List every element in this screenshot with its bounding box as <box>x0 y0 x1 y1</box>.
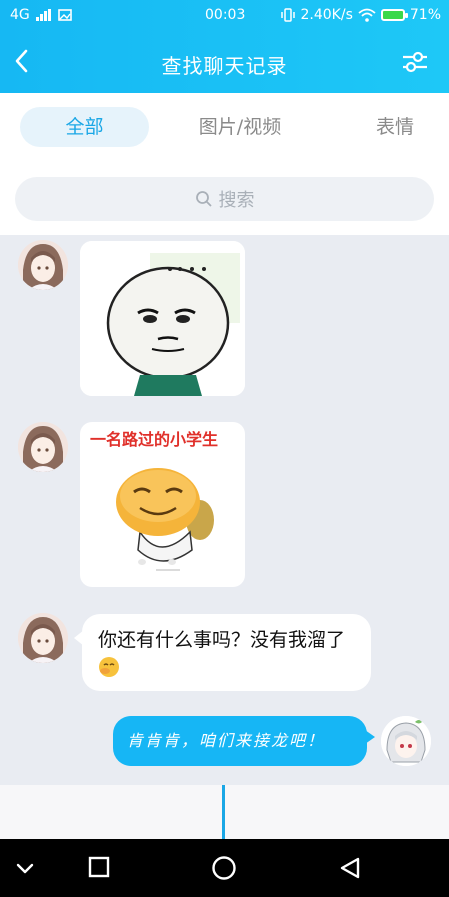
recent-apps-button[interactable] <box>88 856 110 882</box>
sticker-message[interactable] <box>80 241 245 396</box>
page-title: 查找聊天记录 <box>161 54 288 78</box>
hide-nav-button[interactable] <box>14 861 36 880</box>
avatar[interactable] <box>18 613 68 663</box>
my-avatar[interactable] <box>381 716 431 766</box>
network-speed: 2.40K/s <box>300 7 353 23</box>
sneaky-emoji-icon <box>99 657 119 677</box>
network-type: 4G <box>10 7 30 23</box>
avatar-girl-image <box>18 613 68 663</box>
sticker-message[interactable]: 一名路过的小学生 <box>80 422 245 587</box>
nav-back-button[interactable] <box>338 856 362 884</box>
filter-button[interactable] <box>401 49 429 79</box>
message-text: 你还有什么事吗？没有我溜了 <box>98 629 346 651</box>
signal-icon <box>35 9 51 21</box>
message-text: 肯肯肯，咱们来接龙吧！ <box>127 731 326 750</box>
avatar-girl-image <box>18 422 68 472</box>
search-area: 搜索 <box>0 163 449 235</box>
search-placeholder: 搜索 <box>218 190 255 211</box>
status-left: 4G <box>10 7 72 23</box>
search-icon <box>195 191 212 207</box>
avatar-girl-image <box>18 240 68 290</box>
filter-tabs: 全部 图片/视频 表情 <box>0 93 449 163</box>
chevron-down-icon <box>16 863 34 874</box>
smiling-emoji-student-sticker <box>116 468 214 571</box>
tab-stickers[interactable]: 表情 <box>350 107 440 147</box>
system-navigation-bar <box>0 839 449 897</box>
square-recent-icon <box>88 856 110 878</box>
vibrate-icon <box>280 8 295 22</box>
panda-face-sticker <box>80 241 245 396</box>
battery-percent: 71% <box>409 7 441 23</box>
title-bar: 查找聊天记录 <box>0 32 449 93</box>
timeline-scrubber[interactable] <box>0 785 449 839</box>
filter-sliders-icon <box>403 51 427 73</box>
avatar[interactable] <box>18 240 68 290</box>
home-button[interactable] <box>211 855 237 885</box>
status-right: 2.40K/s 71% <box>280 7 441 23</box>
chat-history[interactable]: 一名路过的小学生 你还有什么事吗？没有我溜了 肯肯肯，咱们来接龙吧！ <box>0 235 449 785</box>
status-time: 00:03 <box>205 7 246 23</box>
avatar[interactable] <box>18 422 68 472</box>
search-input[interactable]: 搜索 <box>15 177 434 221</box>
tab-all[interactable]: 全部 <box>20 107 149 147</box>
text-message-bubble[interactable]: 你还有什么事吗？没有我溜了 <box>74 614 371 691</box>
triangle-back-icon <box>340 857 360 879</box>
avatar-white-hair-girl-image <box>381 716 431 766</box>
wifi-icon <box>358 8 376 22</box>
circle-home-icon <box>212 856 236 880</box>
outgoing-message-bubble[interactable]: 肯肯肯，咱们来接龙吧！ <box>113 716 375 766</box>
tab-images-videos[interactable]: 图片/视频 <box>170 107 310 147</box>
status-bar: 4G 00:03 2.40K/s 71% <box>0 0 449 32</box>
battery-icon <box>380 9 408 21</box>
timeline-cursor[interactable] <box>222 785 225 839</box>
image-notification-icon <box>57 9 72 21</box>
